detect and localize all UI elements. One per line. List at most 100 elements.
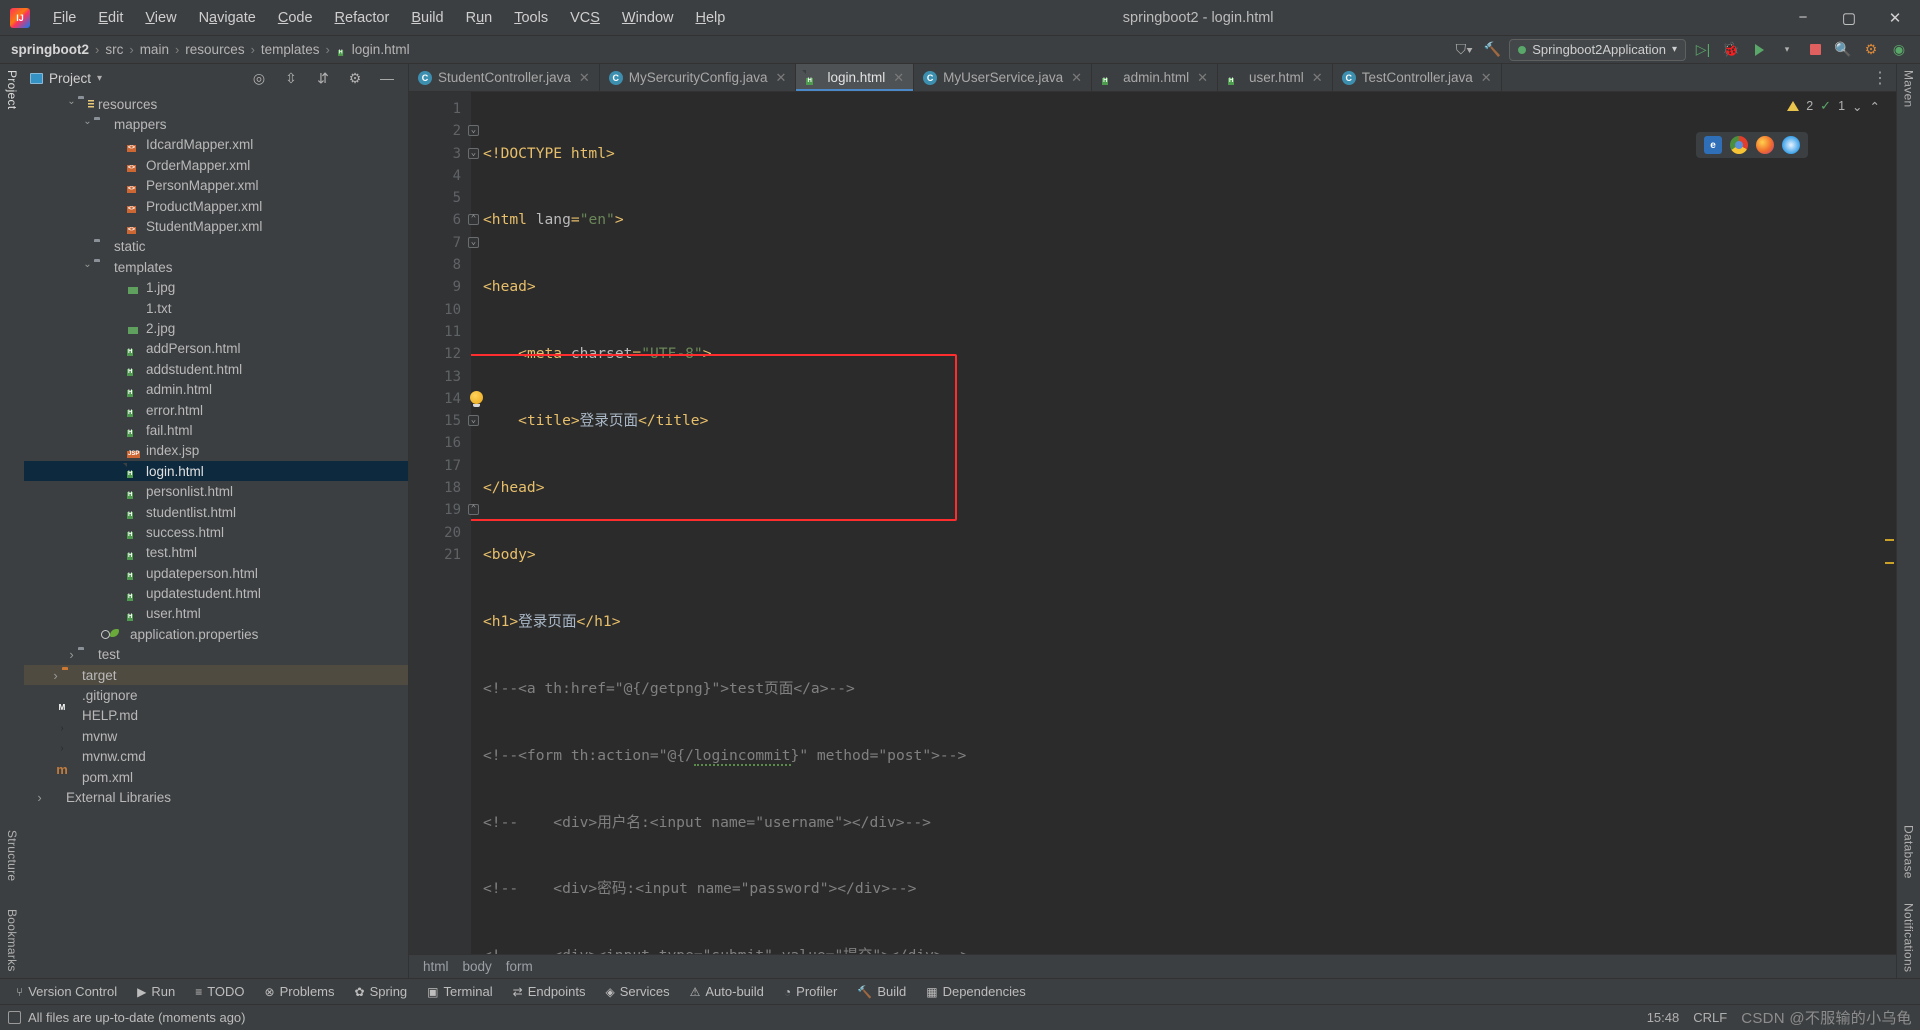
toolwindow-button-auto-build[interactable]: ⚠ Auto-build (680, 982, 774, 1001)
breadcrumb-springboot2[interactable]: springboot2 (6, 41, 94, 58)
tree-item-addstudent-html[interactable]: Haddstudent.html (24, 359, 408, 379)
menu-navigate[interactable]: Navigate (188, 6, 267, 30)
inspection-expand-icon[interactable]: ⌃ (1870, 99, 1880, 114)
toolwindow-button-services[interactable]: ◈ Services (596, 982, 680, 1001)
editor-tab-user-html[interactable]: Huser.html ✕ (1218, 64, 1333, 91)
line-number[interactable]: 2 ⌄ (409, 120, 479, 142)
line-number[interactable]: 7 ⌄ (409, 232, 479, 254)
tree-item-test[interactable]: test (24, 645, 408, 665)
editor-breadcrumb-form[interactable]: form (506, 959, 533, 974)
toolwindow-button-dependencies[interactable]: ▦ Dependencies (916, 982, 1035, 1001)
tree-item-1-txt[interactable]: 1.txt (24, 298, 408, 318)
browser-preview-strip[interactable]: e (1696, 132, 1808, 158)
menu-build[interactable]: Build (400, 6, 454, 30)
tree-expand-arrow[interactable] (33, 790, 46, 805)
tree-item-1-jpg[interactable]: 1.jpg (24, 278, 408, 298)
tree-item-mvnw[interactable]: mvnw (24, 726, 408, 746)
tree-item-mappers[interactable]: mappers (24, 114, 408, 134)
line-number[interactable]: 12 (409, 343, 471, 365)
code-content[interactable]: <!DOCTYPE html> <html lang="en"> <head> … (471, 92, 1882, 954)
breadcrumb-templates[interactable]: templates (256, 41, 325, 58)
line-number[interactable]: 21 (409, 544, 471, 566)
tab-overflow-icon[interactable]: ⋮ (1864, 64, 1896, 91)
safari-icon[interactable] (1782, 136, 1800, 154)
rail-button-database[interactable]: Database (1902, 825, 1916, 879)
project-file-tree[interactable]: resources mappers <> IdcardMapper.xml <> Orde… (24, 92, 408, 978)
chrome-icon[interactable] (1730, 136, 1748, 154)
toolwindow-button-run[interactable]: ▶ Run (127, 982, 185, 1001)
ie-icon[interactable]: e (1704, 136, 1722, 154)
tree-item-mvnw-cmd[interactable]: mvnw.cmd (24, 747, 408, 767)
debug-icon[interactable]: 🐞 (1720, 39, 1742, 61)
tree-item-updateperson-html[interactable]: Hupdateperson.html (24, 563, 408, 583)
breadcrumb-login-html[interactable]: H login.html (331, 41, 415, 59)
rail-button-bookmarks[interactable]: Bookmarks (5, 909, 19, 972)
line-number[interactable]: 11 (409, 321, 471, 343)
menu-tools[interactable]: Tools (503, 6, 559, 30)
editor-tab-admin-html[interactable]: Hadmin.html ✕ (1092, 64, 1219, 91)
tree-item-personlist-html[interactable]: Hpersonlist.html (24, 481, 408, 501)
tree-item-resources[interactable]: resources (24, 94, 408, 114)
collapse-all-icon[interactable]: ⇳ (280, 67, 302, 89)
inspection-caret-icon[interactable]: ⌄ (1852, 99, 1862, 114)
breadcrumb-resources[interactable]: resources (180, 41, 249, 58)
run-configuration-selector[interactable]: Springboot2Application ▾ (1509, 38, 1686, 61)
tree-expand-arrow[interactable] (65, 99, 78, 110)
ide-update-icon[interactable]: ◉ (1888, 39, 1910, 61)
line-number[interactable]: 1 (409, 98, 471, 120)
line-number[interactable]: 18 (409, 477, 471, 499)
build-hammer-icon[interactable]: 🔨 (1481, 39, 1503, 61)
menu-view[interactable]: View (134, 6, 187, 30)
rail-button-project[interactable]: Project (5, 70, 19, 109)
close-icon[interactable]: ✕ (1197, 70, 1208, 86)
close-icon[interactable]: ✕ (579, 70, 590, 86)
close-icon[interactable]: ✕ (1481, 70, 1492, 86)
toolwindow-button-profiler[interactable]: ◔ Profiler (774, 982, 847, 1001)
tree-item-success-html[interactable]: Hsuccess.html (24, 522, 408, 542)
settings-gear-icon[interactable]: ⚙ (1860, 39, 1882, 61)
tree-item-addperson-html[interactable]: HaddPerson.html (24, 339, 408, 359)
editor-tab-studentcontroller-java[interactable]: StudentController.java ✕ (409, 64, 600, 91)
tree-item-application-properties[interactable]: application.properties (24, 624, 408, 644)
line-number[interactable]: 10 (409, 299, 471, 321)
tree-item-studentmapper-xml[interactable]: <> StudentMapper.xml (24, 216, 408, 236)
tree-item-pom-xml[interactable]: pom.xml (24, 767, 408, 787)
tree-item-admin-html[interactable]: Hadmin.html (24, 379, 408, 399)
rail-button-maven[interactable]: Maven (1902, 70, 1916, 108)
close-icon[interactable]: ✕ (776, 70, 787, 86)
firefox-icon[interactable] (1756, 136, 1774, 154)
toolwindow-button-problems[interactable]: ⊗ Problems (255, 982, 345, 1001)
line-number[interactable]: 17 (409, 455, 471, 477)
breadcrumb-src[interactable]: src (100, 41, 128, 58)
expand-all-icon[interactable]: ⇵ (312, 67, 334, 89)
tree-item-productmapper-xml[interactable]: <> ProductMapper.xml (24, 196, 408, 216)
line-number[interactable]: 20 (409, 522, 471, 544)
error-stripe-scrollbar[interactable] (1882, 92, 1896, 954)
line-number[interactable]: 19 ⌃ (409, 499, 479, 521)
run-dropdown-icon[interactable]: ▾ (1776, 39, 1798, 61)
stop-icon[interactable] (1804, 39, 1826, 61)
tree-item-ordermapper-xml[interactable]: <> OrderMapper.xml (24, 155, 408, 175)
tree-expand-arrow[interactable] (65, 647, 78, 662)
line-number[interactable]: 6 ⌃ (409, 209, 479, 231)
tree-item-user-html[interactable]: Huser.html (24, 604, 408, 624)
line-number[interactable]: 5 (409, 187, 471, 209)
tree-item-target[interactable]: target (24, 664, 408, 686)
editor-breadcrumb-html[interactable]: html (423, 959, 449, 974)
close-button[interactable]: ✕ (1872, 1, 1918, 35)
editor-tab-login-html[interactable]: Hlogin.html ✕ (796, 64, 915, 91)
menu-edit[interactable]: Edit (87, 6, 134, 30)
close-icon[interactable]: ✕ (893, 70, 904, 86)
run-icon[interactable] (1748, 39, 1770, 61)
editor-tab-testcontroller-java[interactable]: TestController.java ✕ (1333, 64, 1502, 91)
tool-window-bar[interactable]: ⑂ Version Control ▶ Run ≡ TODO ⊗ Problems ✿ Sprin… (0, 978, 1920, 1004)
tree-item-index-jsp[interactable]: JSP index.jsp (24, 441, 408, 461)
line-number[interactable]: 9 (409, 276, 471, 298)
tree-item-fail-html[interactable]: Hfail.html (24, 420, 408, 440)
tree-expand-arrow[interactable] (81, 262, 94, 273)
toolwindow-button-endpoints[interactable]: ⇄ Endpoints (503, 982, 596, 1001)
editor-tab-mysercurityconfig-java[interactable]: MySercurityConfig.java ✕ (600, 64, 797, 91)
line-number[interactable]: 16 (409, 432, 471, 454)
rail-button-notifications[interactable]: Notifications (1902, 903, 1916, 972)
line-number[interactable]: 15 ⌄ (409, 410, 479, 432)
